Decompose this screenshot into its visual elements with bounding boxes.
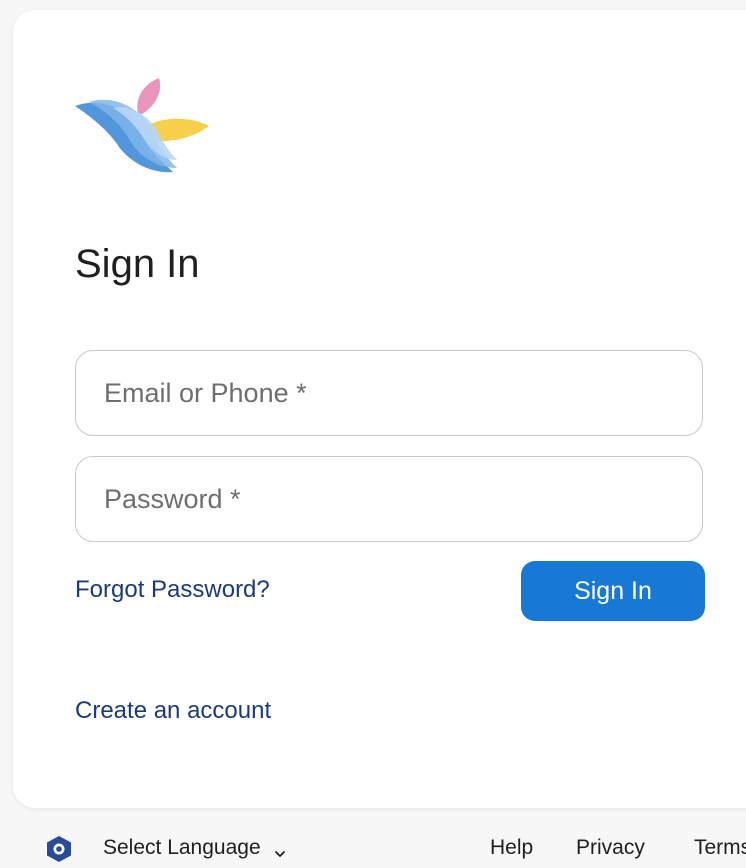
brand-logo (73, 68, 213, 178)
select-language-label: Select Language (103, 836, 261, 859)
email-field[interactable] (75, 350, 703, 436)
create-account-link[interactable]: Create an account (75, 697, 271, 725)
sign-in-button[interactable]: Sign In (521, 561, 705, 621)
password-input[interactable] (76, 457, 702, 541)
privacy-link[interactable]: Privacy (576, 836, 645, 860)
email-input[interactable] (76, 351, 702, 435)
help-link[interactable]: Help (490, 836, 533, 860)
password-field[interactable] (75, 456, 703, 542)
terms-link[interactable]: Terms (694, 836, 746, 860)
select-language-dropdown[interactable]: Select Language (103, 836, 286, 860)
sign-in-card: Sign In Forgot Password? Sign In Create … (13, 10, 746, 808)
chevron-down-icon (274, 842, 286, 858)
footer: Select Language Help Privacy Terms (0, 828, 746, 862)
forgot-password-link[interactable]: Forgot Password? (75, 576, 270, 604)
gear-icon[interactable] (44, 835, 74, 863)
page-title: Sign In (75, 242, 200, 286)
